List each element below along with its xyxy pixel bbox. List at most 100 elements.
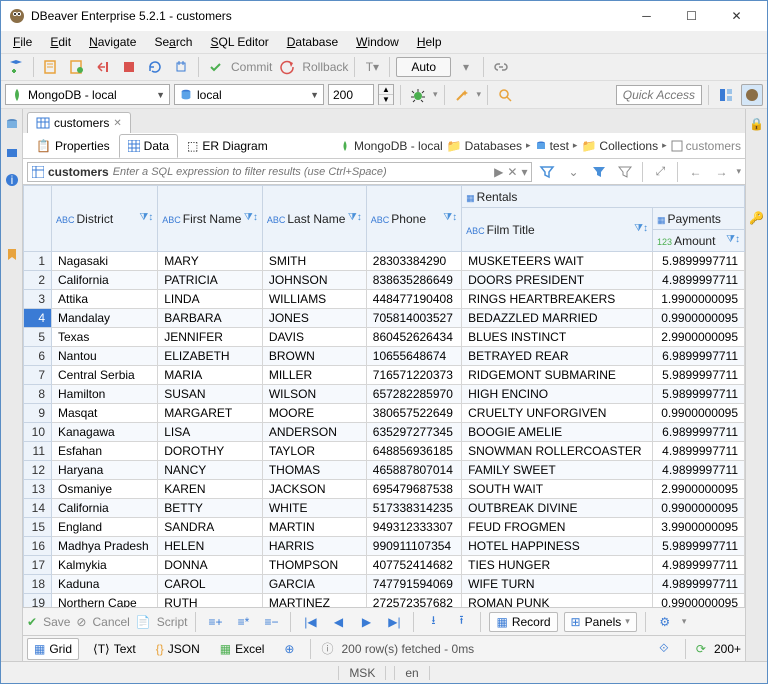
editor-tab-customers[interactable]: customers ✕ [27,112,131,133]
gutter-info-icon[interactable]: i [1,169,23,191]
mode-excel[interactable]: ▦Excel [214,639,271,659]
filter-settings-icon[interactable] [536,161,558,183]
schema-combo[interactable]: local ▼ [174,84,324,105]
table-row[interactable]: 6NantouELIZABETHBROWN10655648674BETRAYED… [24,347,745,366]
auto-commit-button[interactable]: Auto [396,57,451,77]
row-limit-spinner[interactable]: ▲▼ [378,84,394,105]
tab-er-diagram[interactable]: ⬚ER Diagram [178,134,277,158]
search-icon[interactable] [494,84,516,106]
next-page-icon[interactable]: ▶ [355,611,377,633]
gutter-bookmark-icon[interactable] [1,243,23,265]
menu-file[interactable]: File [5,33,40,51]
nav-fwd-icon[interactable]: → [710,161,732,183]
script-icon[interactable]: 📄 [136,615,151,629]
mode-grid[interactable]: ▦Grid [27,638,79,660]
filter-custom-icon[interactable] [588,161,610,183]
auto-dropdown-icon[interactable]: ▾ [455,56,477,78]
mode-text[interactable]: ⟨T⟩Text [87,639,142,659]
dup-row-icon[interactable]: ≡* [232,611,254,633]
last-page-icon[interactable]: ▶| [383,611,405,633]
bc-schema[interactable]: test [535,139,569,153]
sql-recent-icon[interactable] [66,56,88,78]
filter-clear-icon[interactable]: ✕ [507,165,517,179]
first-page-icon[interactable]: |◀ [299,611,321,633]
sql-editor-icon[interactable] [40,56,62,78]
table-row[interactable]: 9MasqatMARGARETMOORE380657522649CRUELTY … [24,404,745,423]
expand-icon[interactable]: ⤢ [649,161,671,183]
del-row-icon[interactable]: ≡− [260,611,282,633]
wand-icon[interactable] [451,84,473,106]
table-row[interactable]: 17KalmykiaDONNATHOMPSON407752414682TIES … [24,556,745,575]
auto-refresh-icon[interactable]: ⟐ [653,638,675,660]
gutter-lock-icon[interactable]: 🔒 [746,113,768,135]
filter-history-icon[interactable]: ▾ [521,165,527,179]
rollback-label[interactable]: Rollback [302,60,348,74]
close-tab-icon[interactable]: ✕ [113,118,121,129]
table-row[interactable]: 5TexasJENNIFERDAVIS860452626434BLUES INS… [24,328,745,347]
reconnect-icon[interactable] [170,56,192,78]
perspective-dbeaver-icon[interactable] [741,84,763,106]
menu-window[interactable]: Window [348,33,407,51]
disconnect-icon[interactable] [92,56,114,78]
link-icon[interactable] [490,56,512,78]
table-row[interactable]: 12HaryanaNANCYTHOMAS465887807014FAMILY S… [24,461,745,480]
table-row[interactable]: 7Central SerbiaMARIAMILLER716571220373RI… [24,366,745,385]
menu-navigate[interactable]: Navigate [81,33,144,51]
bc-db[interactable]: MongoDB - local [339,139,443,153]
gutter-db-icon[interactable] [1,113,23,135]
filter-apply-icon[interactable]: ▶ [494,165,503,179]
tx-mode-icon[interactable]: T▾ [361,56,383,78]
close-button[interactable]: ✕ [714,2,759,30]
commit-icon[interactable] [205,56,227,78]
import-icon[interactable]: ⭱ [450,611,472,633]
bug-icon[interactable] [407,84,429,106]
bc-table[interactable]: customers [671,139,741,153]
table-row[interactable]: 11EsfahanDOROTHYTAYLOR648856936185SNOWMA… [24,442,745,461]
table-row[interactable]: 19Northern CapeRUTHMARTINEZ272572357682R… [24,594,745,608]
tab-data[interactable]: Data [119,134,178,158]
cancel-icon[interactable]: ⊘ [76,615,86,629]
record-button[interactable]: ▦Record [489,612,557,632]
perspective-db-icon[interactable] [715,84,737,106]
menu-edit[interactable]: Edit [42,33,79,51]
row-limit-input[interactable] [328,84,374,105]
gutter-projects-icon[interactable] [1,141,23,163]
menu-database[interactable]: Database [279,33,346,51]
stop-icon[interactable] [118,56,140,78]
prev-page-icon[interactable]: ◀ [327,611,349,633]
add-mode-icon[interactable]: ⊕ [278,638,300,660]
gear-icon[interactable]: ⚙ [654,611,676,633]
commit-label[interactable]: Commit [231,60,272,74]
tab-properties[interactable]: 📋Properties [27,134,119,158]
quick-access-input[interactable]: Quick Access [616,85,702,105]
new-connection-icon[interactable] [5,56,27,78]
save-icon[interactable]: ✔ [27,615,37,629]
filter-edit-icon[interactable] [614,161,636,183]
table-row[interactable]: 10KanagawaLISAANDERSON635297277345BOOGIE… [24,423,745,442]
nav-back-icon[interactable]: ← [684,161,706,183]
menu-help[interactable]: Help [409,33,450,51]
minimize-button[interactable]: ─ [624,2,669,30]
refresh-icon[interactable] [144,56,166,78]
menu-search[interactable]: Search [146,33,200,51]
database-combo[interactable]: MongoDB - local ▼ [5,84,170,105]
table-row[interactable]: 8HamiltonSUSANWILSON657282285970HIGH ENC… [24,385,745,404]
refresh-icon-green[interactable]: ⟳ [696,642,706,656]
table-row[interactable]: 3AttikaLINDAWILLIAMS448477190408RINGS HE… [24,290,745,309]
table-row[interactable]: 2CaliforniaPATRICIAJOHNSON838635286649DO… [24,271,745,290]
mode-json[interactable]: {}JSON [150,639,206,659]
filter-remove-icon[interactable]: ⌄ [562,161,584,183]
data-grid[interactable]: ABCDistrict⧩↕ ABCFirst Name⧩↕ ABCLast Na… [23,185,745,607]
bc-collections[interactable]: 📁Collections [581,139,658,153]
table-row[interactable]: 4MandalayBARBARAJONES705814003527BEDAZZL… [24,309,745,328]
rollback-icon[interactable] [276,56,298,78]
table-row[interactable]: 14CaliforniaBETTYWHITE517338314235OUTBRE… [24,499,745,518]
filter-input[interactable] [113,166,490,178]
table-row[interactable]: 1NagasakiMARYSMITH28303384290MUSKETEERS … [24,252,745,271]
table-row[interactable]: 13OsmaniyeKARENJACKSON695479687538SOUTH … [24,480,745,499]
bc-databases[interactable]: 📁Databases [447,139,522,153]
panels-button[interactable]: ⊞Panels▾ [564,612,637,632]
table-row[interactable]: 16Madhya PradeshHELENHARRIS990911107354H… [24,537,745,556]
table-row[interactable]: 18KadunaCAROLGARCIA747791594069WIFE TURN… [24,575,745,594]
table-row[interactable]: 15EnglandSANDRAMARTIN949312333307FEUD FR… [24,518,745,537]
